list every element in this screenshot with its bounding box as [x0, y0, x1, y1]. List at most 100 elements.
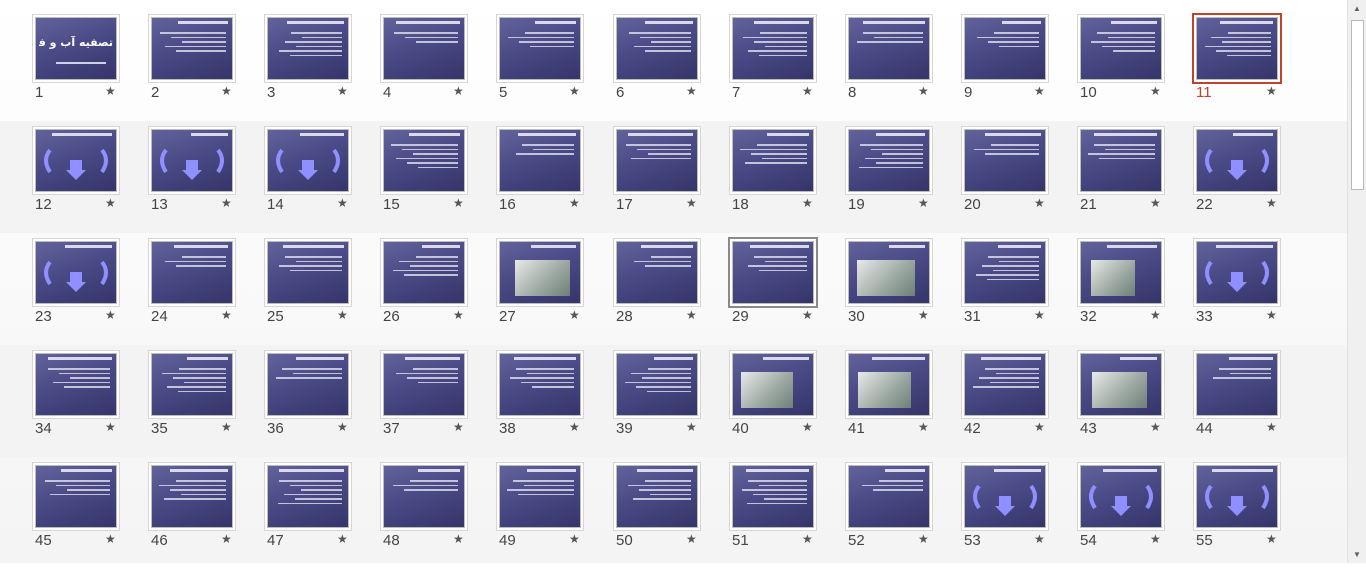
slide-preview[interactable]: [616, 353, 698, 416]
slide-thumbnail-52[interactable]: 52 ★: [848, 465, 964, 569]
slide-preview[interactable]: [383, 353, 465, 416]
slide-preview[interactable]: [964, 17, 1046, 80]
slide-preview[interactable]: [499, 241, 581, 304]
animation-star-icon[interactable]: ★: [569, 532, 580, 546]
slide-preview[interactable]: [848, 353, 930, 416]
slide-thumbnail-32[interactable]: 32 ★: [1080, 241, 1196, 345]
animation-star-icon[interactable]: ★: [1266, 196, 1277, 210]
animation-star-icon[interactable]: ★: [221, 308, 232, 322]
animation-star-icon[interactable]: ★: [918, 532, 929, 546]
slide-thumbnail-30[interactable]: 30 ★: [848, 241, 964, 345]
slide-preview[interactable]: [1196, 465, 1278, 528]
slide-thumbnail-42[interactable]: 42 ★: [964, 353, 1080, 457]
animation-star-icon[interactable]: ★: [1266, 532, 1277, 546]
slide-preview[interactable]: [151, 465, 233, 528]
animation-star-icon[interactable]: ★: [686, 308, 697, 322]
slide-thumbnail-20[interactable]: 20 ★: [964, 129, 1080, 233]
slide-thumbnail-17[interactable]: 17 ★: [616, 129, 732, 233]
slide-thumbnail-47[interactable]: 47 ★: [267, 465, 383, 569]
slide-thumbnail-33[interactable]: 33 ★: [1196, 241, 1312, 345]
slide-thumbnail-29[interactable]: 29 ★: [732, 241, 848, 345]
slide-preview[interactable]: [732, 465, 814, 528]
slide-thumbnail-43[interactable]: 43 ★: [1080, 353, 1196, 457]
slide-thumbnail-15[interactable]: 15 ★: [383, 129, 499, 233]
animation-star-icon[interactable]: ★: [569, 84, 580, 98]
vertical-scrollbar[interactable]: ▲ ▼: [1347, 0, 1366, 563]
animation-star-icon[interactable]: ★: [1150, 532, 1161, 546]
animation-star-icon[interactable]: ★: [1266, 84, 1277, 98]
animation-star-icon[interactable]: ★: [802, 308, 813, 322]
animation-star-icon[interactable]: ★: [802, 84, 813, 98]
slide-preview[interactable]: [732, 129, 814, 192]
slide-thumbnail-35[interactable]: 35 ★: [151, 353, 267, 457]
animation-star-icon[interactable]: ★: [1150, 196, 1161, 210]
slide-thumbnail-28[interactable]: 28 ★: [616, 241, 732, 345]
slide-thumbnail-24[interactable]: 24 ★: [151, 241, 267, 345]
animation-star-icon[interactable]: ★: [337, 196, 348, 210]
slide-thumbnail-4[interactable]: 4 ★: [383, 17, 499, 121]
scroll-up-button[interactable]: ▲: [1348, 0, 1366, 17]
slide-preview[interactable]: [1196, 241, 1278, 304]
slide-preview[interactable]: [383, 465, 465, 528]
animation-star-icon[interactable]: ★: [569, 420, 580, 434]
animation-star-icon[interactable]: ★: [453, 84, 464, 98]
slide-thumbnail-10[interactable]: 10 ★: [1080, 17, 1196, 121]
slide-preview[interactable]: [267, 465, 349, 528]
animation-star-icon[interactable]: ★: [453, 308, 464, 322]
slide-preview[interactable]: [267, 129, 349, 192]
slide-preview[interactable]: [1080, 17, 1162, 80]
animation-star-icon[interactable]: ★: [686, 84, 697, 98]
slide-preview[interactable]: [1196, 353, 1278, 416]
slide-preview[interactable]: [732, 17, 814, 80]
slide-preview[interactable]: [964, 241, 1046, 304]
scrollbar-thumb[interactable]: [1351, 20, 1364, 190]
animation-star-icon[interactable]: ★: [1034, 84, 1045, 98]
slide-thumbnail-53[interactable]: 53 ★: [964, 465, 1080, 569]
slide-thumbnail-34[interactable]: 34 ★: [35, 353, 151, 457]
slide-thumbnail-40[interactable]: 40 ★: [732, 353, 848, 457]
slide-thumbnail-8[interactable]: 8 ★: [848, 17, 964, 121]
animation-star-icon[interactable]: ★: [337, 420, 348, 434]
animation-star-icon[interactable]: ★: [221, 532, 232, 546]
slide-thumbnail-38[interactable]: 38 ★: [499, 353, 615, 457]
slide-preview[interactable]: [616, 17, 698, 80]
animation-star-icon[interactable]: ★: [337, 532, 348, 546]
slide-thumbnail-22[interactable]: 22 ★: [1196, 129, 1312, 233]
slide-preview[interactable]: [1080, 353, 1162, 416]
slide-thumbnail-50[interactable]: 50 ★: [616, 465, 732, 569]
animation-star-icon[interactable]: ★: [918, 84, 929, 98]
slide-preview[interactable]: [35, 465, 117, 528]
slide-preview[interactable]: [499, 17, 581, 80]
slide-preview[interactable]: [1080, 465, 1162, 528]
slide-thumbnail-19[interactable]: 19 ★: [848, 129, 964, 233]
animation-star-icon[interactable]: ★: [1150, 420, 1161, 434]
slide-thumbnail-1[interactable]: تصفیه آب و فاضلاب 1 ★: [35, 17, 151, 121]
slide-preview[interactable]: [1196, 17, 1278, 80]
slide-thumbnail-12[interactable]: 12 ★: [35, 129, 151, 233]
animation-star-icon[interactable]: ★: [453, 532, 464, 546]
slide-thumbnail-54[interactable]: 54 ★: [1080, 465, 1196, 569]
slide-preview[interactable]: [616, 129, 698, 192]
slide-thumbnail-41[interactable]: 41 ★: [848, 353, 964, 457]
slide-thumbnail-14[interactable]: 14 ★: [267, 129, 383, 233]
slide-thumbnail-39[interactable]: 39 ★: [616, 353, 732, 457]
animation-star-icon[interactable]: ★: [337, 308, 348, 322]
slide-preview[interactable]: [267, 241, 349, 304]
animation-star-icon[interactable]: ★: [105, 196, 116, 210]
animation-star-icon[interactable]: ★: [802, 196, 813, 210]
slide-preview[interactable]: [151, 17, 233, 80]
slide-thumbnail-49[interactable]: 49 ★: [499, 465, 615, 569]
animation-star-icon[interactable]: ★: [1034, 308, 1045, 322]
slide-thumbnail-55[interactable]: 55 ★: [1196, 465, 1312, 569]
animation-star-icon[interactable]: ★: [1150, 84, 1161, 98]
slide-thumbnail-27[interactable]: 27 ★: [499, 241, 615, 345]
slide-preview[interactable]: [35, 241, 117, 304]
slide-preview[interactable]: [383, 17, 465, 80]
slide-preview[interactable]: [616, 465, 698, 528]
slide-thumbnail-16[interactable]: 16 ★: [499, 129, 615, 233]
animation-star-icon[interactable]: ★: [1266, 420, 1277, 434]
slide-preview[interactable]: [1196, 129, 1278, 192]
slide-thumbnail-51[interactable]: 51 ★: [732, 465, 848, 569]
scroll-down-button[interactable]: ▼: [1348, 546, 1366, 563]
slide-thumbnail-11[interactable]: 11 ★: [1196, 17, 1312, 121]
